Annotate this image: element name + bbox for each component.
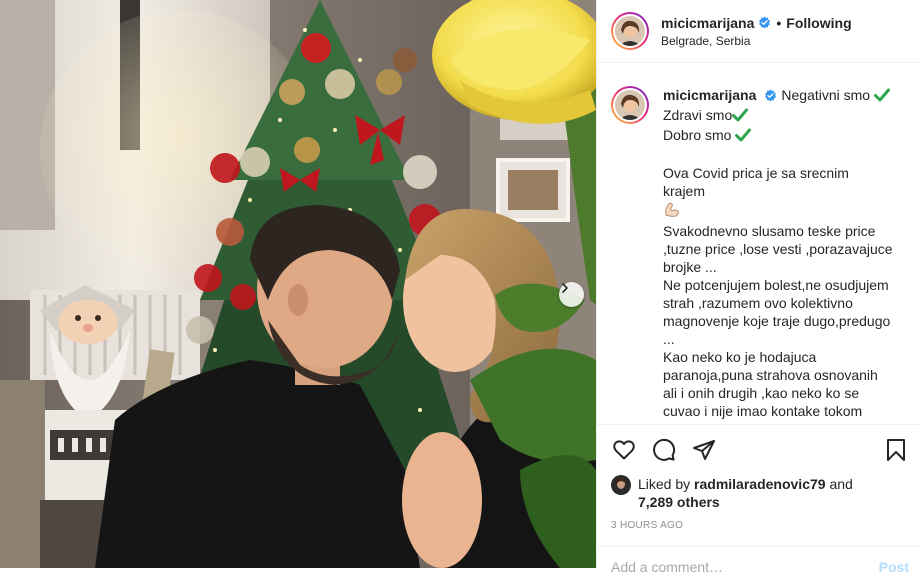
caption-comment: micicmarijana Negativni smo Zdravi smo D… (611, 86, 909, 424)
bookmark-icon (887, 439, 905, 461)
liker-avatar[interactable] (611, 475, 631, 495)
instagram-post: micicmarijana • Following Belgrade, Serb… (0, 0, 922, 575)
heavy-check-mark-icon (735, 128, 752, 146)
following-button[interactable]: Following (786, 15, 851, 31)
caption-body: Svakodnevno slusamo teske price ,tuzne p… (663, 223, 893, 424)
post-actions: Liked by radmilaradenovic79 and 7,289 ot… (597, 424, 922, 531)
caption-avatar[interactable] (611, 86, 649, 124)
post-photo[interactable] (0, 0, 596, 568)
profile-picture (615, 90, 645, 120)
heart-outline-icon (613, 440, 635, 460)
caption-username[interactable]: micicmarijana (663, 87, 756, 103)
post-timestamp[interactable]: 3 HOURS AGO (611, 520, 909, 531)
likes-prefix: Liked by (638, 476, 691, 492)
likes-conjunction: and (829, 476, 853, 492)
location-link[interactable]: Belgrade, Serbia (661, 34, 852, 48)
likes-summary: Liked by radmilaradenovic79 and 7,289 ot… (611, 475, 909, 511)
avatar[interactable] (611, 12, 649, 50)
like-button[interactable] (611, 437, 637, 463)
share-button[interactable] (691, 437, 717, 463)
paper-plane-icon (693, 440, 715, 460)
caption-line-4: Ova Covid prica je sa srecnim krajem (663, 165, 849, 199)
likes-count[interactable]: 7,289 others (638, 494, 720, 510)
caption-line-1: Negativni smo (781, 87, 871, 103)
header-text: micicmarijana • Following Belgrade, Serb… (661, 15, 852, 48)
caption-scroll-area[interactable]: micicmarijana Negativni smo Zdravi smo D… (597, 64, 922, 424)
caption-line-2: Zdravi smo (663, 107, 733, 123)
liker-username[interactable]: radmilaradenovic79 (694, 476, 826, 492)
header-username[interactable]: micicmarijana (661, 15, 754, 31)
add-comment-bar: Post (597, 546, 922, 586)
couple-christmas-photo (0, 0, 596, 568)
caption-line-3: Dobro smo (663, 127, 732, 143)
post-header: micicmarijana • Following Belgrade, Serb… (597, 0, 922, 63)
profile-picture (615, 16, 645, 46)
comment-button[interactable] (651, 437, 677, 463)
chevron-right-icon (562, 283, 568, 293)
verified-badge-icon (758, 16, 771, 29)
header-separator: • (776, 14, 782, 31)
comment-input[interactable] (611, 559, 879, 575)
heavy-check-mark-icon (732, 108, 749, 126)
flexed-biceps-emoji (663, 200, 681, 222)
heavy-check-mark-icon (873, 88, 890, 106)
carousel-next-button[interactable] (559, 282, 584, 307)
comment-bubble-icon (653, 438, 676, 461)
caption-text: micicmarijana Negativni smo Zdravi smo D… (663, 86, 893, 424)
post-comment-button[interactable]: Post (879, 559, 909, 575)
verified-badge-icon (764, 88, 777, 106)
post-side-panel: micicmarijana • Following Belgrade, Serb… (596, 0, 922, 575)
save-button[interactable] (883, 437, 909, 463)
